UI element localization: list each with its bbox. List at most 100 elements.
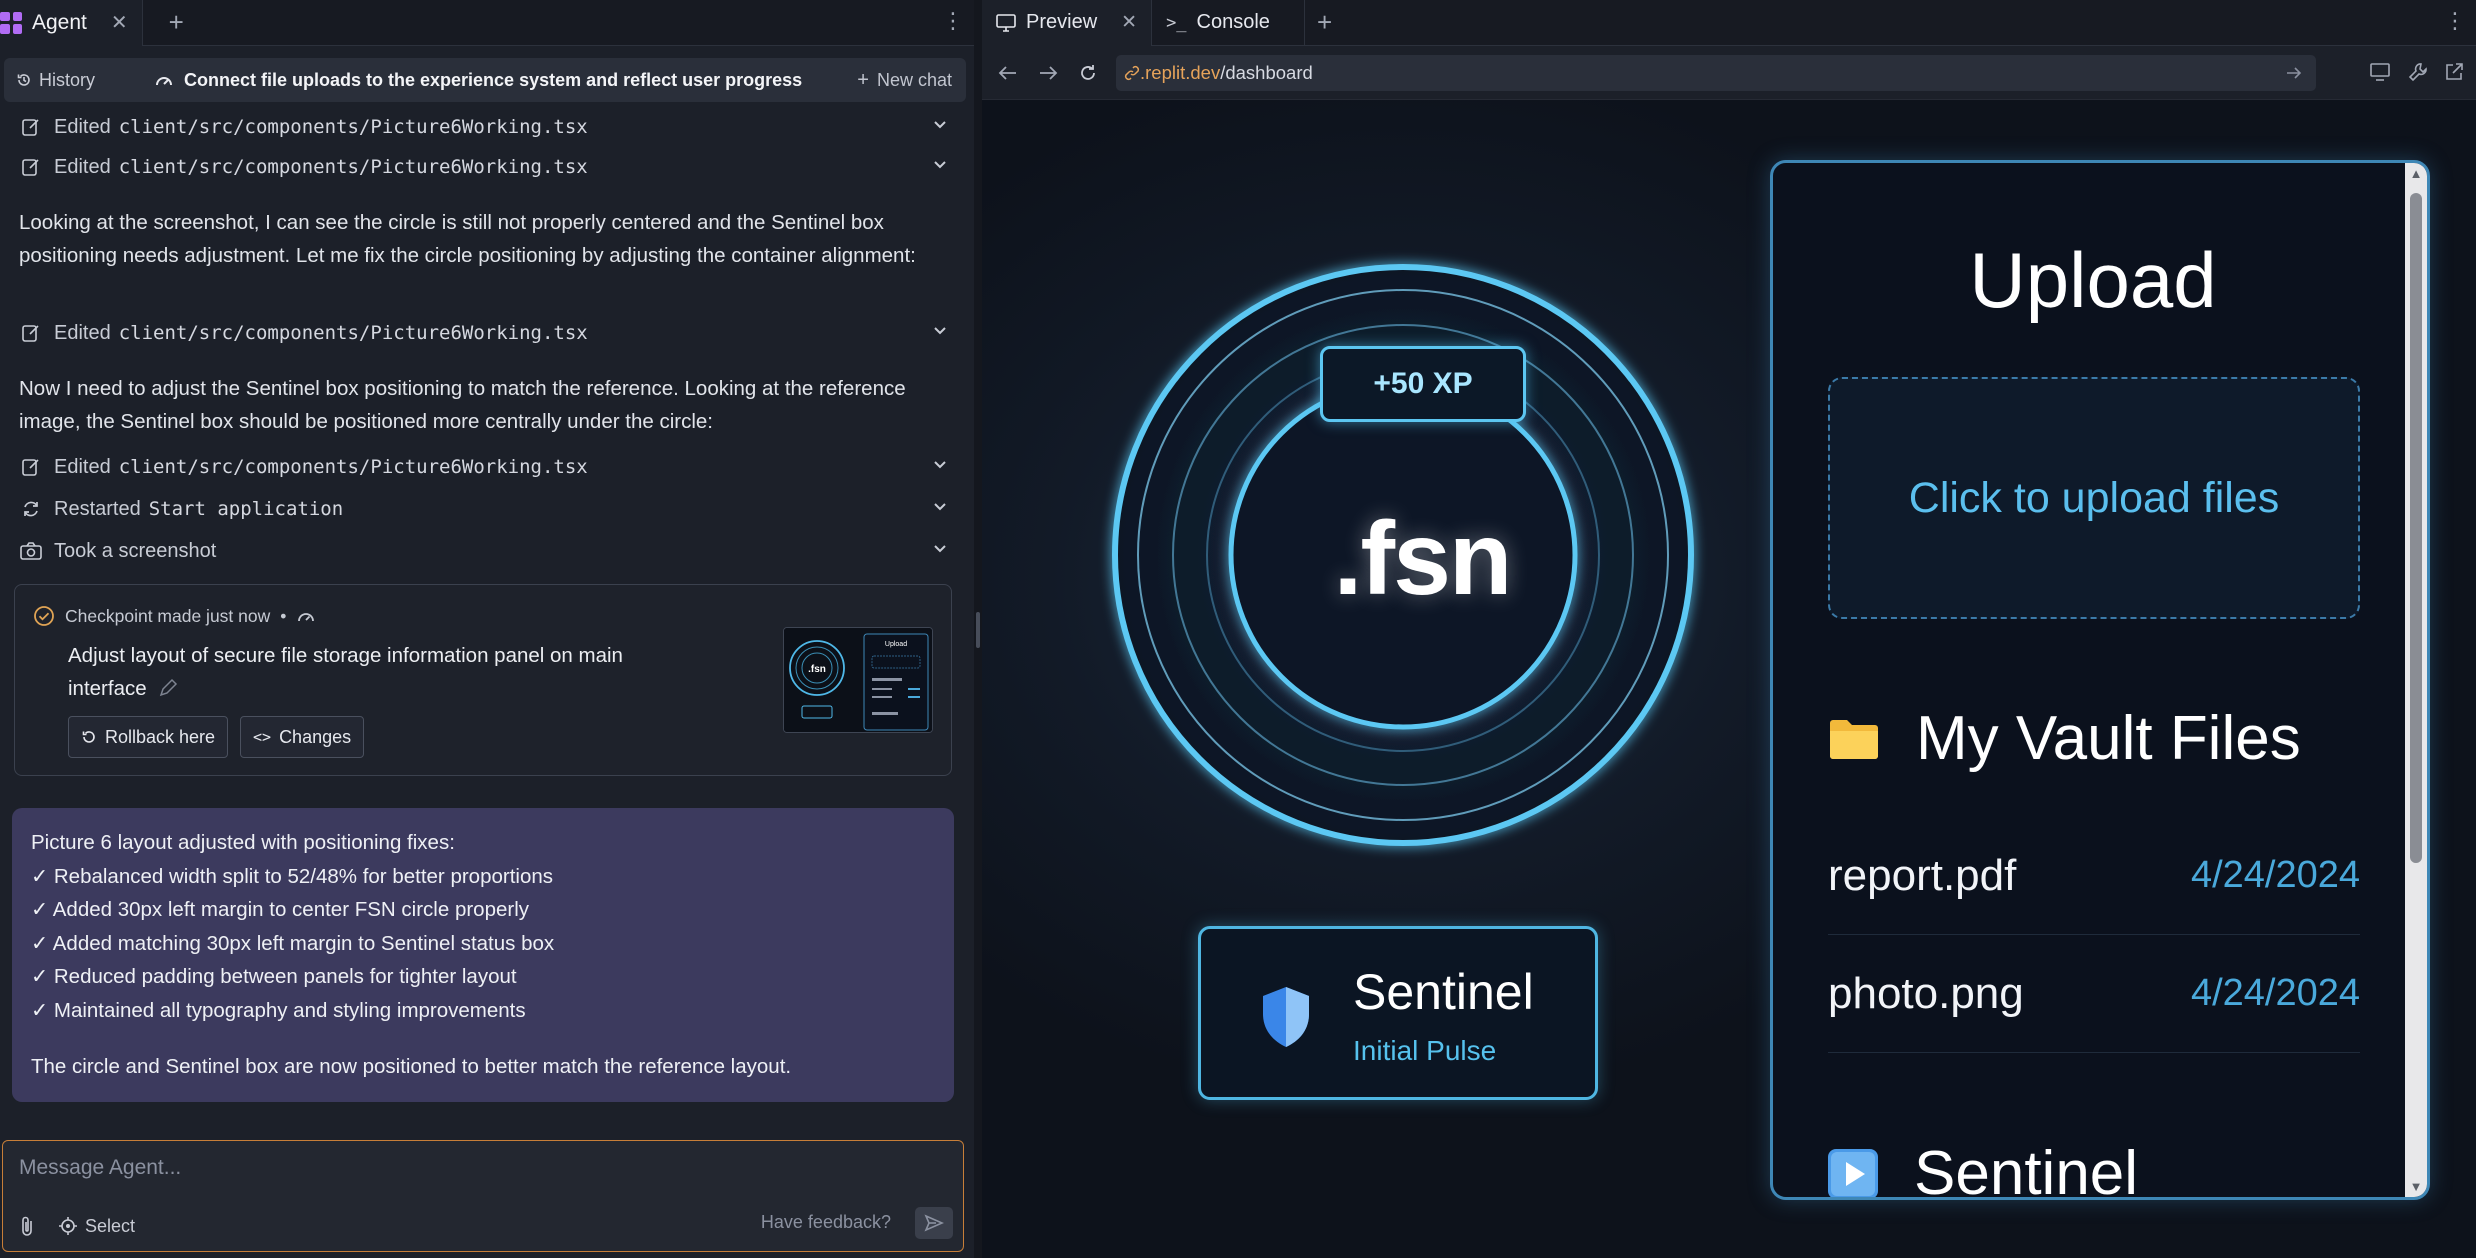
checkpoint-header: Checkpoint made just now • xyxy=(33,605,316,627)
checkpoint-thumbnail[interactable]: .fsn Upload xyxy=(783,627,933,733)
more-menu-icon[interactable]: ⋮ xyxy=(2444,10,2466,32)
external-link-icon[interactable] xyxy=(2444,62,2464,82)
select-label: Select xyxy=(85,1215,136,1236)
vertical-scrollbar[interactable]: ▲ ▼ xyxy=(2405,163,2427,1197)
select-button[interactable]: Select xyxy=(59,1216,135,1237)
chevron-down-icon[interactable] xyxy=(930,154,950,174)
close-icon[interactable]: ✕ xyxy=(111,10,128,35)
log-row-edit-1[interactable]: Edited client/src/components/Picture6Wor… xyxy=(20,110,950,144)
upload-title: Upload xyxy=(1969,236,2217,324)
forward-arrow-icon[interactable] xyxy=(1028,65,1068,81)
new-tab-plus-icon[interactable]: + xyxy=(169,7,184,38)
agent-logo-icon xyxy=(0,11,22,34)
tab-console[interactable]: >_ Console xyxy=(1152,0,1305,46)
sentinel-status-card[interactable]: Sentinel Initial Pulse xyxy=(1198,926,1598,1100)
history-icon xyxy=(82,731,95,743)
changes-button[interactable]: <> Changes xyxy=(240,716,365,758)
agent-tabbar: Agent ✕ + ⋮ xyxy=(0,0,974,46)
preview-panel: Preview ✕ >_ Console + ⋮ .replit.dev/das… xyxy=(982,0,2476,1258)
panel-resize-handle[interactable] xyxy=(974,0,982,1258)
log-row-edit-3[interactable]: Edited client/src/components/Picture6Wor… xyxy=(20,316,950,350)
url-input[interactable]: .replit.dev/dashboard xyxy=(1116,55,2316,91)
back-arrow-icon[interactable] xyxy=(988,65,1028,81)
agent-panel: Agent ✕ + ⋮ History Connect file uploads… xyxy=(0,0,974,1258)
log-row-edit-2[interactable]: Edited client/src/components/Picture6Wor… xyxy=(20,150,950,184)
monitor-icon xyxy=(996,13,1016,32)
gauge-icon xyxy=(156,77,172,86)
paperclip-icon[interactable] xyxy=(19,1215,37,1237)
vault-files-title: My Vault Files xyxy=(1916,704,2301,773)
feedback-link[interactable]: Have feedback? xyxy=(761,1212,891,1233)
edit-file-icon xyxy=(20,156,42,178)
xp-badge: +50 XP xyxy=(1320,346,1526,422)
chevron-down-icon[interactable] xyxy=(930,538,950,558)
folder-icon xyxy=(1830,719,1878,759)
log-row-restart[interactable]: Restarted Start application xyxy=(20,492,950,526)
log-verb: Edited xyxy=(54,321,111,344)
new-chat-label: New chat xyxy=(876,69,952,90)
agent-message-paragraph: Now I need to adjust the Sentinel box po… xyxy=(19,377,906,433)
reload-icon[interactable] xyxy=(1068,63,1108,83)
send-button[interactable] xyxy=(915,1207,953,1239)
close-icon[interactable]: ✕ xyxy=(1121,11,1137,34)
upload-dropzone[interactable]: Click to upload files xyxy=(1828,377,2360,619)
thumbnail-image: .fsn Upload xyxy=(784,628,932,732)
changes-label: Changes xyxy=(279,726,352,747)
restart-icon xyxy=(20,498,42,520)
file-row[interactable]: report.pdf 4/24/2024 xyxy=(1828,817,2360,935)
message-input-placeholder[interactable]: Message Agent... xyxy=(19,1156,181,1180)
thumbnail-logo-text: .fsn xyxy=(808,664,826,675)
tab-agent[interactable]: Agent ✕ xyxy=(0,0,143,46)
message-tools: Select xyxy=(19,1215,135,1237)
chevron-down-icon[interactable] xyxy=(930,454,950,474)
sentinel-section-title: Sentinel xyxy=(1914,1139,2139,1200)
rollback-button[interactable]: Rollback here xyxy=(68,716,229,758)
code-icon: <> xyxy=(253,728,272,746)
scroll-down-arrow-icon[interactable]: ▼ xyxy=(2409,1180,2423,1193)
log-verb: Edited xyxy=(54,455,111,478)
summary-item: ✓ Added matching 30px left margin to Sen… xyxy=(31,931,555,955)
log-target: client/src/components/Picture6Working.ts… xyxy=(118,322,588,344)
pencil-icon[interactable] xyxy=(158,678,178,698)
go-arrow-icon[interactable] xyxy=(2286,66,2302,80)
url-path: /dashboard xyxy=(1220,62,1313,83)
chat-header: History Connect file uploads to the expe… xyxy=(4,58,966,102)
chat-title: Connect file uploads to the experience s… xyxy=(154,70,857,91)
sentinel-section-heading: Sentinel xyxy=(1828,1138,2139,1200)
edit-file-icon xyxy=(20,116,42,138)
message-input-box[interactable]: Message Agent... Select Have feedback? xyxy=(2,1140,964,1252)
sentinel-title: Sentinel xyxy=(1353,964,1534,1020)
url-domain: .replit.dev xyxy=(1140,62,1221,83)
summary-item: ✓ Rebalanced width split to 52/48% for b… xyxy=(31,864,553,888)
scroll-up-arrow-icon[interactable]: ▲ xyxy=(2409,167,2423,180)
send-icon xyxy=(924,1214,944,1232)
devices-icon[interactable] xyxy=(2370,62,2392,82)
url-tools xyxy=(2370,62,2464,82)
chevron-down-icon[interactable] xyxy=(930,496,950,516)
file-row[interactable]: photo.png 4/24/2024 xyxy=(1828,935,2360,1053)
new-chat-button[interactable]: + New chat xyxy=(857,69,966,92)
thumbnail-upload-text: Upload xyxy=(885,641,907,648)
summary-item: ✓ Maintained all typography and styling … xyxy=(31,998,526,1022)
tab-preview[interactable]: Preview ✕ xyxy=(982,0,1153,46)
log-row-screenshot[interactable]: Took a screenshot xyxy=(20,534,950,568)
new-tab-plus-icon[interactable]: + xyxy=(1317,7,1332,38)
scrollbar-thumb[interactable] xyxy=(2410,193,2422,863)
chevron-down-icon[interactable] xyxy=(930,114,950,134)
vault-files-heading: My Vault Files xyxy=(1828,703,2301,774)
app-viewport: +50 XP .fsn Sentinel Initial Pulse Uploa… xyxy=(982,100,2476,1258)
checkpoint-card: Checkpoint made just now • Adjust layout… xyxy=(14,584,952,776)
log-verb: Restarted xyxy=(54,497,141,520)
summary-item: ✓ Reduced padding between panels for tig… xyxy=(31,965,517,988)
check-circle-icon xyxy=(34,606,54,626)
chevron-down-icon[interactable] xyxy=(930,320,950,340)
history-icon xyxy=(17,74,30,86)
log-row-edit-4[interactable]: Edited client/src/components/Picture6Wor… xyxy=(20,450,950,484)
agent-summary-message: Picture 6 layout adjusted with positioni… xyxy=(12,808,954,1102)
wrench-icon[interactable] xyxy=(2408,62,2428,82)
file-date: 4/24/2024 xyxy=(2190,854,2360,896)
more-menu-icon[interactable]: ⋮ xyxy=(942,10,964,32)
history-button[interactable]: History xyxy=(4,70,154,91)
checkpoint-description: Adjust layout of secure file storage inf… xyxy=(68,639,648,705)
terminal-icon: >_ xyxy=(1166,12,1187,33)
